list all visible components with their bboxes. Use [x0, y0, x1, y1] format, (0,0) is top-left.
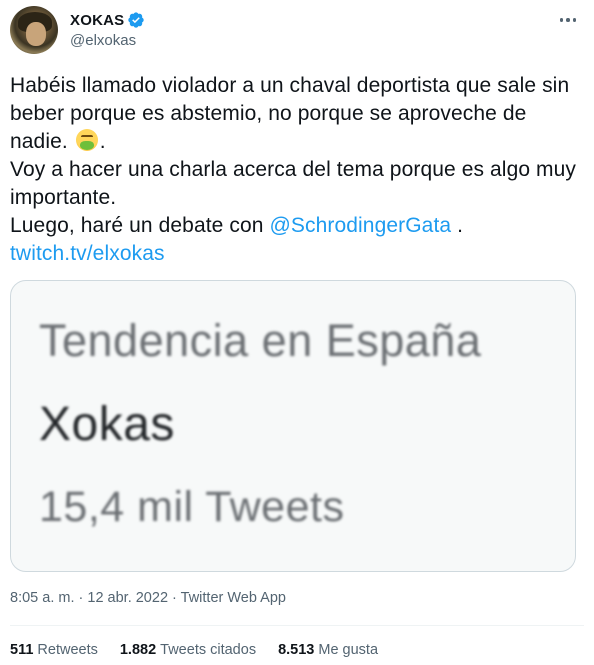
- tweet-line-2: Voy a hacer una charla acerca del tema p…: [10, 158, 577, 209]
- card-topic: Xokas: [39, 398, 175, 451]
- divider: [10, 625, 584, 626]
- mention-link[interactable]: @SchrodingerGata: [269, 214, 451, 237]
- tweet-date[interactable]: 12 abr. 2022: [87, 590, 168, 606]
- tweet-meta: 8:05 a. m. · 12 abr. 2022 · Twitter Web …: [10, 590, 286, 606]
- dot: [572, 18, 577, 22]
- retweets-count: 511: [10, 642, 34, 658]
- meta-separator: ·: [74, 590, 88, 606]
- author-handle[interactable]: @elxokas: [70, 32, 136, 49]
- nauseated-face-emoji-icon: [75, 129, 98, 151]
- quotes-count: 1.882: [119, 642, 157, 658]
- tweet-line-3-prefix: Luego, haré un debate con: [10, 214, 270, 237]
- avatar-face: [26, 22, 46, 46]
- card-tweet-count: 15,4 mil Tweets: [39, 483, 345, 531]
- trend-image-card[interactable]: Tendencia en España Xokas 15,4 mil Tweet…: [10, 280, 576, 572]
- tweet-text: Habéis llamado violador a un chaval depo…: [10, 72, 580, 268]
- dot: [559, 18, 564, 22]
- tweet-source[interactable]: Twitter Web App: [181, 590, 286, 606]
- likes-stat[interactable]: 8.513 Me gusta: [278, 642, 378, 658]
- card-trend-label: Tendencia en España: [39, 315, 482, 366]
- quotes-label: Tweets citados: [160, 642, 257, 658]
- likes-label: Me gusta: [318, 642, 379, 658]
- tweet-line-1-period: .: [99, 130, 106, 153]
- quotes-stat[interactable]: 1.882 Tweets citados: [120, 642, 256, 658]
- retweets-label: Retweets: [37, 642, 98, 658]
- more-options-icon[interactable]: [556, 10, 580, 30]
- tweet-line-1: Habéis llamado violador a un chaval depo…: [10, 72, 580, 156]
- tweet-line-3-suffix: .: [451, 214, 464, 237]
- tweet-stats: 511 Retweets 1.882 Tweets citados 8.513 Me …: [10, 642, 378, 658]
- verified-badge-icon: [128, 12, 145, 28]
- meta-separator: ·: [168, 590, 181, 606]
- dot: [566, 18, 570, 22]
- retweets-stat[interactable]: 511 Retweets: [10, 642, 98, 658]
- display-name[interactable]: XOKAS: [70, 12, 124, 29]
- tweet: XOKAS @elxokas Habéis llamado violador a…: [0, 0, 594, 665]
- author-name-row[interactable]: XOKAS: [70, 10, 145, 30]
- likes-count: 8.513: [278, 642, 315, 658]
- tweet-time[interactable]: 8:05 a. m.: [10, 590, 74, 606]
- tweet-line-3: Luego, haré un debate con @SchrodingerGa…: [10, 212, 580, 240]
- twitch-link[interactable]: twitch.tv/elxokas: [10, 242, 165, 265]
- avatar[interactable]: [10, 6, 58, 54]
